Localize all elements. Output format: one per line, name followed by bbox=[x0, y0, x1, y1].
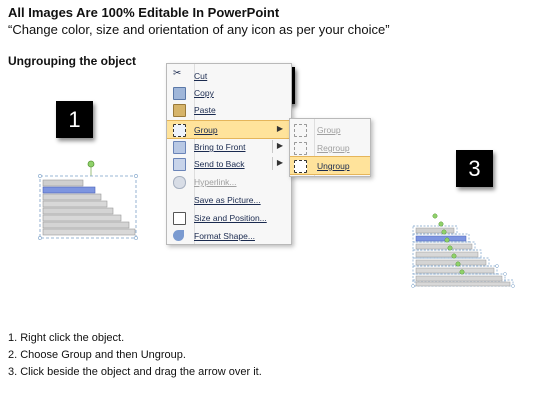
group-icon bbox=[294, 124, 307, 137]
instruction-step-2: 2. Choose Group and then Ungroup. bbox=[8, 349, 186, 361]
menu-item-hyperlink[interactable]: Hyperlink... bbox=[167, 173, 291, 190]
size-position-icon bbox=[173, 212, 186, 225]
context-menu: ✂ Cut Copy Paste Group ▶ Bring to Front … bbox=[166, 63, 292, 245]
copy-icon bbox=[173, 87, 186, 100]
menu-item-group[interactable]: Group ▶ bbox=[167, 120, 291, 139]
format-shape-icon bbox=[173, 230, 184, 241]
page-title: All Images Are 100% Editable In PowerPoi… bbox=[8, 5, 280, 20]
chevron-right-icon: ▶ bbox=[276, 141, 283, 150]
scissors-icon: ✂ bbox=[173, 68, 182, 79]
step-badge-1: 1 bbox=[56, 101, 93, 138]
ungroup-icon bbox=[294, 160, 307, 173]
ungrouped-object[interactable] bbox=[410, 212, 518, 290]
regroup-icon bbox=[294, 142, 307, 155]
paste-icon bbox=[173, 104, 186, 117]
instruction-step-1: 1. Right click the object. bbox=[8, 332, 125, 344]
instruction-step-3: 3. Click beside the object and drag the … bbox=[8, 366, 262, 378]
menu-item-send-to-back[interactable]: Send to Back ▶ bbox=[167, 155, 291, 172]
hyperlink-icon bbox=[173, 176, 186, 189]
bring-to-front-icon bbox=[173, 141, 186, 154]
grouped-object-graphic bbox=[38, 160, 138, 240]
ungrouped-object-graphic bbox=[411, 213, 515, 288]
chevron-right-icon: ▶ bbox=[276, 124, 283, 133]
chevron-right-icon: ▶ bbox=[276, 158, 283, 167]
group-icon bbox=[173, 124, 186, 137]
menu-item-paste[interactable]: Paste bbox=[167, 101, 291, 118]
section-heading: Ungrouping the object bbox=[8, 54, 136, 68]
submenu-item-ungroup[interactable]: Ungroup bbox=[290, 156, 370, 175]
menu-item-size-and-position[interactable]: Size and Position... bbox=[167, 209, 291, 226]
submenu-item-regroup[interactable]: Regroup bbox=[290, 139, 370, 156]
page-subtitle: “Change color, size and orientation of a… bbox=[8, 22, 390, 37]
step-badge-3: 3 bbox=[456, 150, 493, 187]
menu-item-bring-to-front[interactable]: Bring to Front ▶ bbox=[167, 138, 291, 155]
menu-item-copy[interactable]: Copy bbox=[167, 84, 291, 101]
menu-item-cut[interactable]: ✂ Cut bbox=[167, 67, 291, 84]
submenu-item-group[interactable]: Group bbox=[290, 121, 370, 138]
menu-item-save-as-picture[interactable]: Save as Picture... bbox=[167, 191, 291, 208]
instructions-list: 1. Right click the object. 2. Choose Gro… bbox=[8, 330, 262, 381]
menu-item-format-shape[interactable]: Format Shape... bbox=[167, 227, 291, 244]
grouped-object[interactable] bbox=[38, 160, 140, 242]
send-to-back-icon bbox=[173, 158, 186, 171]
group-submenu: Group Regroup Ungroup bbox=[289, 118, 371, 177]
